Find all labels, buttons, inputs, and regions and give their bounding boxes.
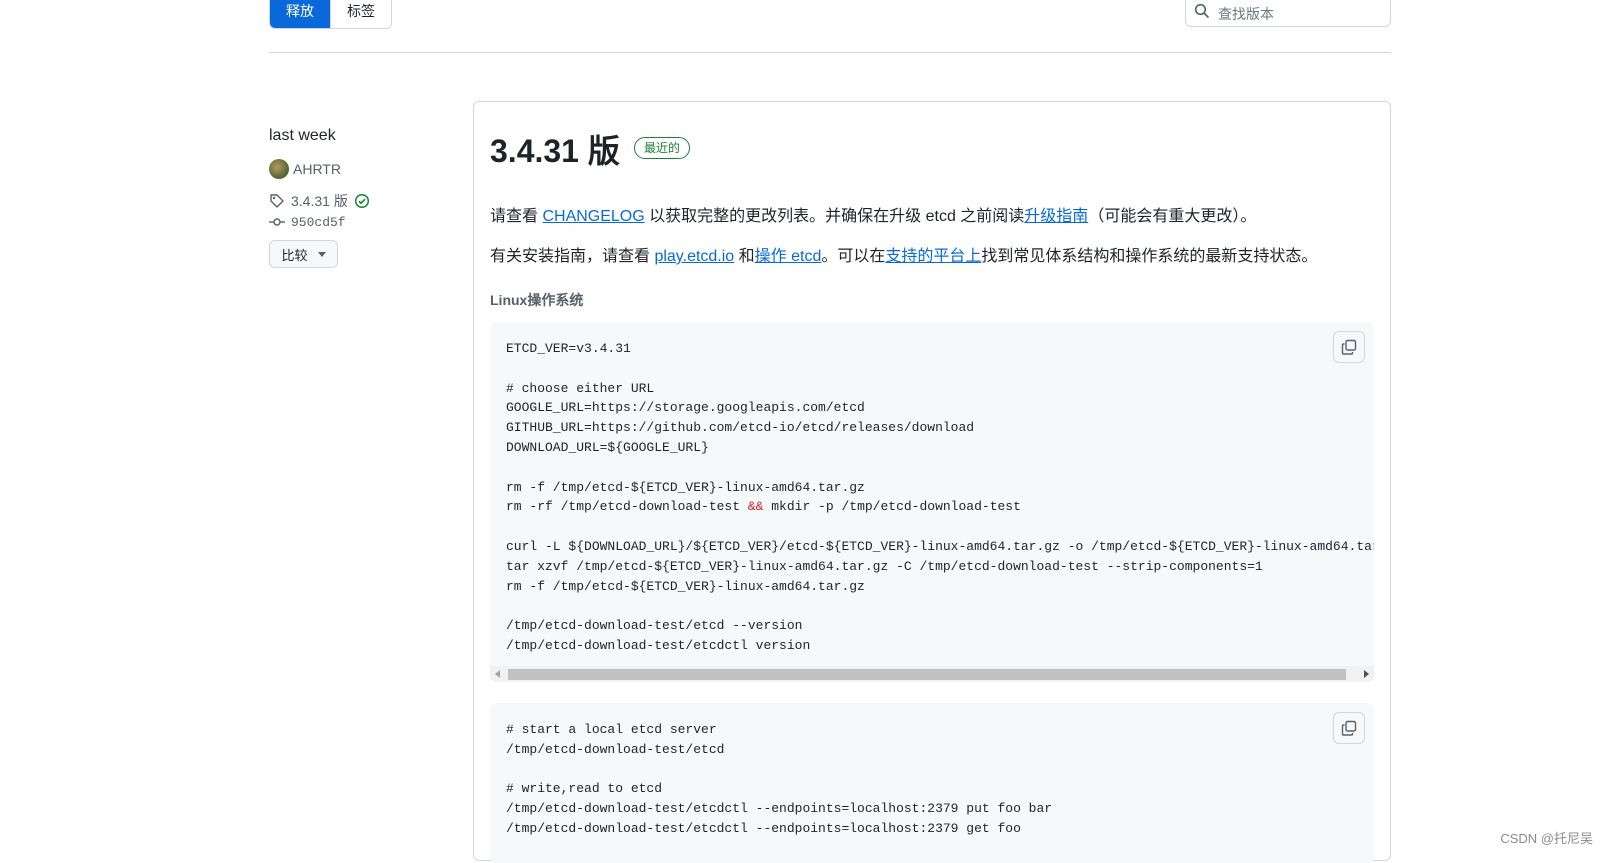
text: 以获取完整的更改列表。并确保在升级 etcd 之前阅读 — [644, 208, 1025, 225]
compare-label: 比较 — [281, 247, 308, 263]
code-block-usage[interactable]: # start a local etcd server /tmp/etcd-do… — [490, 703, 1374, 863]
text: 。可以在 — [821, 248, 886, 265]
tab-tags[interactable]: 标签 — [330, 0, 391, 28]
release-commit[interactable]: 950cd5f — [269, 214, 346, 230]
commit-hash[interactable]: 950cd5f — [291, 215, 346, 230]
tag-icon — [270, 194, 284, 208]
changelog-link[interactable]: CHANGELOG — [542, 208, 644, 225]
author-name[interactable]: AHRTR — [293, 161, 341, 177]
compare-button[interactable]: 比较 — [269, 240, 338, 268]
copy-button[interactable] — [1333, 331, 1365, 363]
code-operator: && — [747, 499, 764, 515]
code-text[interactable]: ETCD_VER=v3.4.31 # choose either URL GOO… — [506, 339, 1374, 656]
code-part: ETCD_VER=v3.4.31 # choose either URL GOO… — [506, 341, 975, 515]
release-author[interactable]: AHRTR — [269, 159, 341, 179]
upgrade-guide-link[interactable]: 升级指南 — [1024, 208, 1088, 225]
code-block-install[interactable]: ETCD_VER=v3.4.31 # choose either URL GOO… — [490, 322, 1374, 682]
latest-badge: 最近的 — [634, 137, 691, 159]
watermark: CSDN @托尼吴 — [1500, 831, 1593, 846]
code-text[interactable]: # start a local etcd server /tmp/etcd-do… — [506, 720, 1052, 839]
search-placeholder: 查找版本 — [1218, 6, 1274, 22]
release-tag[interactable]: 3.4.31 版 — [269, 191, 370, 211]
avatar — [269, 159, 289, 179]
text: （可能会有重大更改）。 — [1088, 208, 1257, 225]
release-card: 3.4.31 版 最近的 请查看 CHANGELOG 以获取完整的更改列表。并确… — [473, 101, 1391, 863]
release-date: last week — [269, 127, 336, 144]
text: 请查看 — [490, 208, 543, 225]
scroll-right-arrow-icon[interactable] — [1364, 670, 1369, 678]
verified-check-icon — [354, 193, 369, 209]
text: 找到常见体系结构和操作系统的最新支持状态。 — [981, 248, 1318, 265]
copy-icon — [1341, 720, 1357, 736]
horizontal-scrollbar[interactable] — [490, 666, 1374, 682]
commit-icon — [269, 218, 285, 226]
text: 和 — [734, 248, 755, 265]
release-notes-paragraph-1: 请查看 CHANGELOG 以获取完整的更改列表。并确保在升级 etcd 之前阅… — [490, 202, 1256, 226]
header-divider — [269, 52, 1391, 53]
release-notes-paragraph-2: 有关安装指南，请查看 play.etcd.io 和操作 etcd。可以在支持的平… — [490, 242, 1317, 266]
caret-down-icon — [317, 251, 326, 257]
text: 有关安装指南，请查看 — [490, 248, 655, 265]
copy-button[interactable] — [1333, 712, 1365, 744]
operating-etcd-link[interactable]: 操作 etcd — [755, 248, 822, 265]
play-etcd-link[interactable]: play.etcd.io — [654, 248, 734, 265]
tag-label[interactable]: 3.4.31 版 — [291, 191, 348, 211]
release-title[interactable]: 3.4.31 版 — [490, 126, 620, 172]
search-input[interactable]: 查找版本 — [1185, 0, 1391, 27]
supported-platforms-link[interactable]: 支持的平台上 — [885, 248, 981, 265]
release-tag-switcher: 释放 标签 — [269, 0, 392, 29]
code-part: mkdir -p /tmp/etcd-download-test curl -L… — [506, 499, 1374, 653]
scroll-left-arrow-icon[interactable] — [495, 670, 500, 678]
copy-icon — [1341, 339, 1357, 355]
search-icon — [1194, 3, 1210, 19]
tab-releases[interactable]: 释放 — [270, 0, 330, 28]
scrollbar-thumb[interactable] — [508, 669, 1346, 680]
linux-subheading: Linux操作系统 — [490, 292, 584, 308]
